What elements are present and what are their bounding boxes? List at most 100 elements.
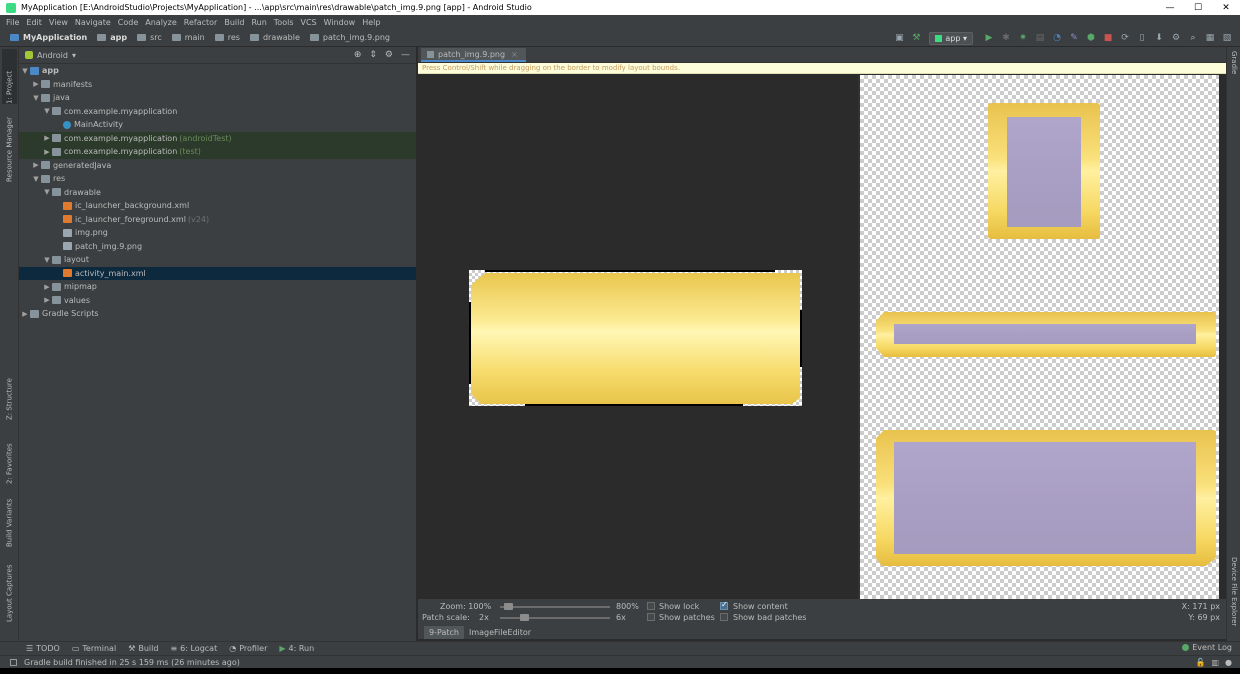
hide-icon[interactable]: — bbox=[401, 50, 410, 60]
chevron-right-icon[interactable]: ▶ bbox=[42, 148, 52, 156]
chevron-right-icon[interactable]: ▶ bbox=[20, 310, 30, 318]
run-icon[interactable]: ▶ bbox=[982, 31, 996, 45]
coverage-icon[interactable]: ▤ bbox=[1033, 31, 1047, 45]
tree-node[interactable]: ▶ Gradle Scripts bbox=[19, 307, 416, 321]
breadcrumb-item[interactable]: app bbox=[97, 33, 127, 42]
menu-tools[interactable]: Tools bbox=[274, 18, 294, 27]
tool-window-button[interactable]: ⚒ Build bbox=[128, 644, 158, 653]
project-view-select[interactable]: Android bbox=[37, 51, 68, 60]
android-monitor-icon[interactable]: ⚙ bbox=[1169, 31, 1183, 45]
menu-help[interactable]: Help bbox=[362, 18, 380, 27]
tree-node[interactable]: ic_launcher_foreground.xml (v24) bbox=[19, 213, 416, 227]
tool-tab-build-variants[interactable]: Build Variants bbox=[2, 492, 17, 547]
tree-node[interactable]: ▼ java bbox=[19, 91, 416, 105]
tool-tab-gradle[interactable]: Gradle bbox=[1228, 51, 1240, 91]
menu-refactor[interactable]: Refactor bbox=[184, 18, 218, 27]
apply-changes-icon[interactable]: ✱ bbox=[999, 31, 1013, 45]
breadcrumb-item[interactable]: patch_img.9.png bbox=[309, 33, 390, 42]
search-icon[interactable]: ⌕ bbox=[1186, 31, 1200, 45]
memory-icon[interactable]: ▥ bbox=[1211, 658, 1219, 667]
tool-tab-1-project[interactable]: 1: Project bbox=[2, 49, 17, 104]
close-button[interactable]: ✕ bbox=[1212, 3, 1240, 13]
nine-patch-canvas[interactable] bbox=[418, 75, 858, 599]
tree-node[interactable]: ▼ drawable bbox=[19, 186, 416, 200]
tool-tab-2-favorites[interactable]: 2: Favorites bbox=[2, 429, 17, 484]
stretch-guide-top[interactable] bbox=[485, 270, 775, 272]
zoom-slider-handle[interactable] bbox=[504, 603, 513, 610]
show-bad-patches-checkbox[interactable] bbox=[720, 613, 728, 621]
show-content-checkbox[interactable] bbox=[720, 600, 728, 610]
content-guide-bottom[interactable] bbox=[525, 404, 743, 406]
menu-build[interactable]: Build bbox=[224, 18, 244, 27]
avd-manager-icon[interactable]: ▯ bbox=[1135, 31, 1149, 45]
breadcrumb-item[interactable]: MyApplication bbox=[10, 33, 87, 42]
tree-node[interactable]: img.png bbox=[19, 226, 416, 240]
tree-node[interactable]: ▶ generatedJava bbox=[19, 159, 416, 173]
chevron-down-icon[interactable]: ▼ bbox=[42, 107, 52, 115]
lock-icon[interactable]: 🔓 bbox=[1195, 658, 1205, 667]
chevron-down-icon[interactable]: ▼ bbox=[31, 175, 41, 183]
menu-code[interactable]: Code bbox=[118, 18, 138, 27]
chevron-down-icon[interactable]: ▼ bbox=[20, 67, 30, 75]
show-lock-checkbox[interactable] bbox=[647, 602, 655, 610]
chevron-down-icon[interactable]: ▼ bbox=[42, 256, 52, 264]
run-config-select[interactable]: app ▾ bbox=[929, 31, 973, 45]
patch-scale-slider[interactable] bbox=[500, 617, 610, 619]
tool-tab-z-structure[interactable]: Z: Structure bbox=[2, 365, 17, 420]
editor-mode-tab[interactable]: 9-Patch bbox=[424, 625, 464, 639]
collapse-all-icon[interactable]: ⇕ bbox=[369, 50, 377, 60]
minimize-button[interactable]: — bbox=[1156, 3, 1184, 13]
sync-gradle-icon[interactable]: ⟳ bbox=[1118, 31, 1132, 45]
event-log-button[interactable]: Event Log bbox=[1182, 643, 1232, 652]
chevron-right-icon[interactable]: ▶ bbox=[31, 161, 41, 169]
menu-navigate[interactable]: Navigate bbox=[75, 18, 111, 27]
tree-node[interactable]: patch_img.9.png bbox=[19, 240, 416, 254]
tool-window-button[interactable]: ☰ TODO bbox=[26, 644, 60, 653]
layout-inspector-icon[interactable]: ▧ bbox=[1220, 31, 1234, 45]
gear-icon[interactable]: ⚙ bbox=[385, 50, 393, 60]
tool-tab-resource-manager[interactable]: Resource Manager bbox=[2, 107, 17, 182]
nine-patch-image[interactable] bbox=[469, 270, 802, 406]
attach-debugger-icon[interactable]: ✎ bbox=[1067, 31, 1081, 45]
tool-window-button[interactable]: ◔ Profiler bbox=[229, 644, 267, 653]
close-tab-icon[interactable]: × bbox=[511, 50, 518, 59]
hammer-icon[interactable]: ⚒ bbox=[909, 31, 923, 45]
tree-node[interactable]: ic_launcher_background.xml bbox=[19, 199, 416, 213]
tree-node[interactable]: ▼ layout bbox=[19, 253, 416, 267]
menu-file[interactable]: File bbox=[6, 18, 19, 27]
tree-node[interactable]: MainActivity bbox=[19, 118, 416, 132]
tool-window-button[interactable]: ≡ 6: Logcat bbox=[170, 644, 217, 653]
content-guide-right[interactable] bbox=[800, 310, 802, 367]
menu-window[interactable]: Window bbox=[324, 18, 356, 27]
chevron-right-icon[interactable]: ▶ bbox=[42, 296, 52, 304]
sdk-manager-icon[interactable]: ⬇ bbox=[1152, 31, 1166, 45]
chevron-down-icon[interactable]: ▾ bbox=[72, 51, 76, 60]
show-patches-checkbox[interactable] bbox=[647, 613, 655, 621]
tree-node[interactable]: ▶ values bbox=[19, 294, 416, 308]
tree-node[interactable]: ▶ com.example.myapplication (androidTest) bbox=[19, 131, 416, 145]
editor-tab[interactable]: patch_img.9.png × bbox=[421, 48, 526, 62]
menu-run[interactable]: Run bbox=[251, 18, 266, 27]
tree-node[interactable]: activity_main.xml bbox=[19, 266, 416, 280]
tool-windows-toggle-icon[interactable] bbox=[10, 658, 17, 666]
tree-node[interactable]: ▶ com.example.myapplication (test) bbox=[19, 145, 416, 159]
menu-view[interactable]: View bbox=[49, 18, 68, 27]
maximize-button[interactable]: ☐ bbox=[1184, 3, 1212, 13]
tool-window-button[interactable]: ▶ 4: Run bbox=[279, 644, 314, 653]
breadcrumb-item[interactable]: drawable bbox=[249, 33, 300, 42]
chevron-right-icon[interactable]: ▶ bbox=[42, 134, 52, 142]
editor-mode-tab[interactable]: ImageFileEditor bbox=[464, 626, 536, 639]
stretch-guide-left[interactable] bbox=[469, 302, 471, 384]
menu-analyze[interactable]: Analyze bbox=[145, 18, 177, 27]
chevron-right-icon[interactable]: ▶ bbox=[31, 80, 41, 88]
menu-vcs[interactable]: VCS bbox=[301, 18, 317, 27]
debug-attach-icon[interactable]: ⬢ bbox=[1084, 31, 1098, 45]
tree-node[interactable]: ▶ manifests bbox=[19, 78, 416, 92]
tree-node[interactable]: ▶ mipmap bbox=[19, 280, 416, 294]
chevron-down-icon[interactable]: ▼ bbox=[42, 188, 52, 196]
breadcrumb-item[interactable]: res bbox=[214, 33, 240, 42]
chevron-right-icon[interactable]: ▶ bbox=[42, 283, 52, 291]
tree-node[interactable]: ▼ res bbox=[19, 172, 416, 186]
tree-node[interactable]: ▼ com.example.myapplication bbox=[19, 105, 416, 119]
zoom-slider[interactable] bbox=[500, 606, 610, 608]
